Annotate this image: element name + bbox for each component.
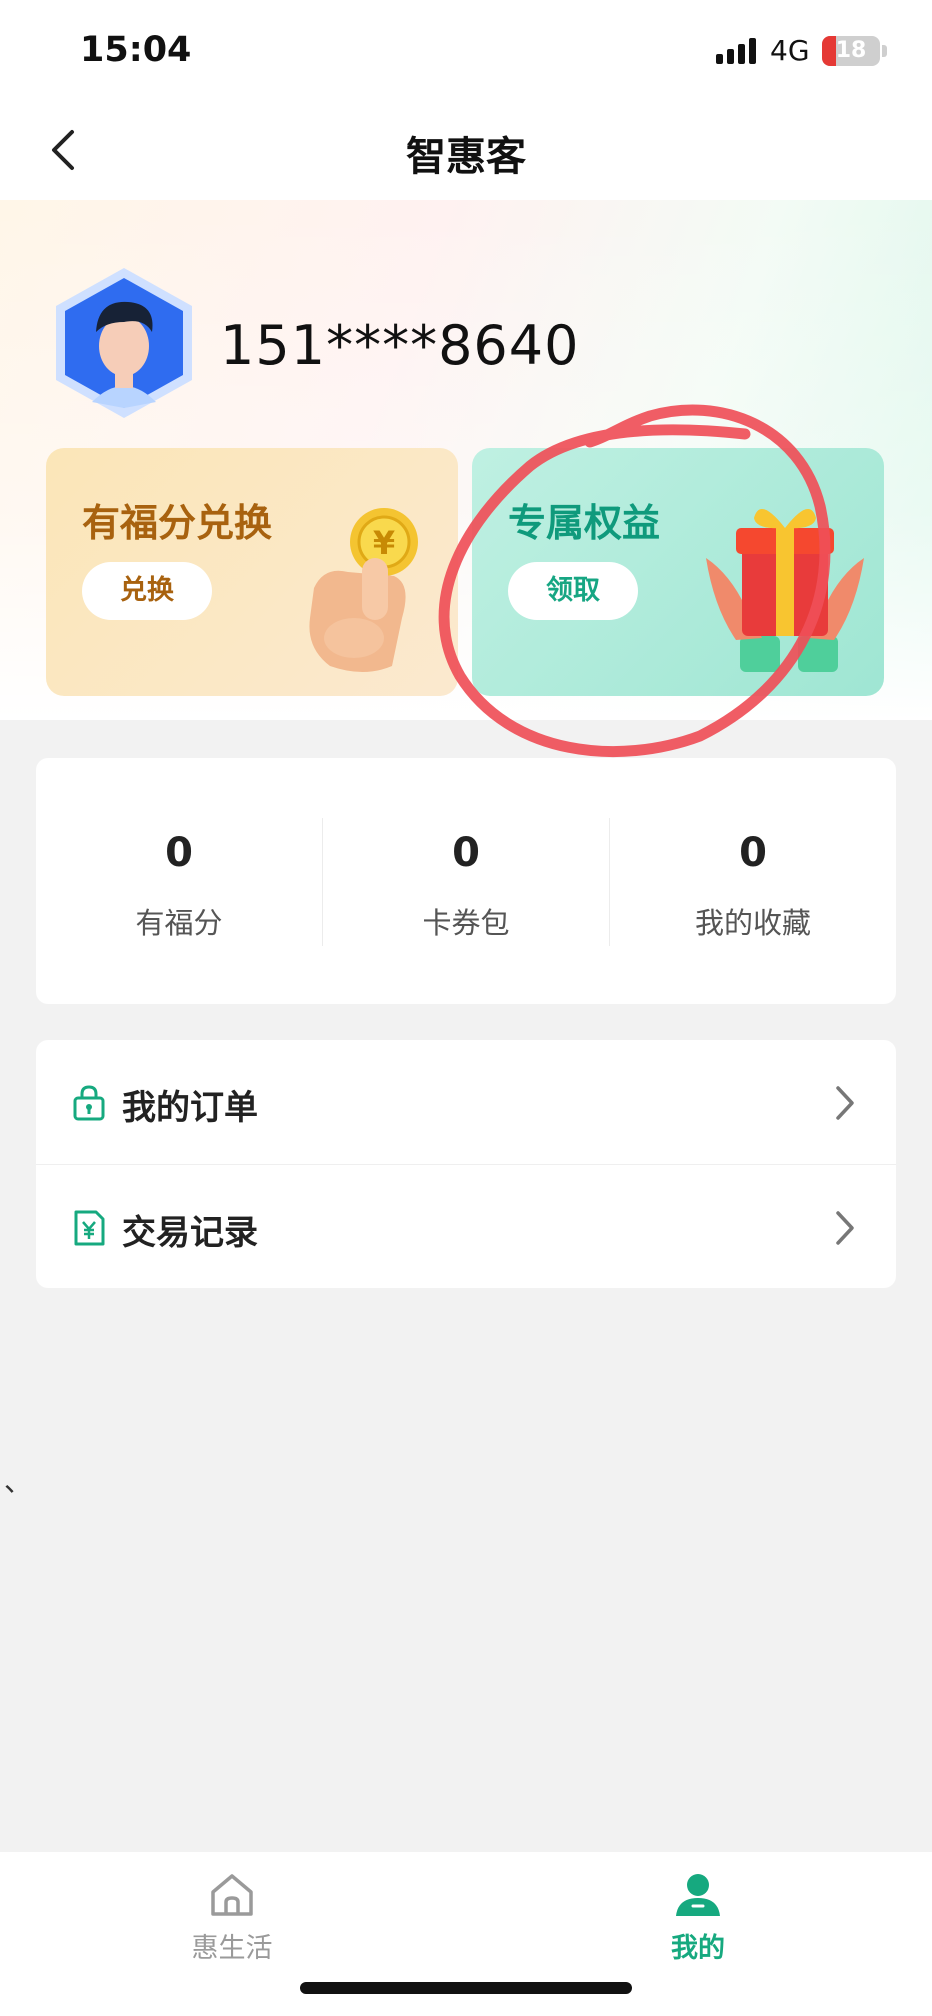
tab-mine-label: 我的	[671, 1933, 725, 1964]
person-icon	[676, 1874, 720, 1916]
stat-value: 0	[739, 830, 767, 876]
stat-label: 卡券包	[422, 906, 510, 940]
chevron-right-icon	[836, 1086, 854, 1120]
status-bar: 15:04 4G 18	[0, 0, 932, 100]
stat-value: 0	[165, 830, 193, 876]
network-type: 4G	[770, 34, 810, 67]
points-exchange-card[interactable]: 有福分兑换 兑换 ¥	[46, 448, 458, 696]
menu-item-transactions[interactable]: 交易记录	[36, 1164, 896, 1288]
tab-home[interactable]: 惠生活	[112, 1870, 352, 1980]
stat-value: 0	[452, 830, 480, 876]
stat-points[interactable]: 0 有福分	[36, 758, 322, 1004]
stat-label: 我的收藏	[694, 906, 811, 940]
tab-mine[interactable]: 我的	[578, 1870, 818, 1980]
exclusive-benefits-title: 专属权益	[508, 501, 661, 545]
tab-home-label: 惠生活	[191, 1933, 273, 1964]
exclusive-benefits-card[interactable]: 专属权益 领取	[472, 448, 884, 696]
signal-icon	[716, 38, 758, 64]
avatar[interactable]	[52, 266, 196, 420]
page-title: 智惠客	[406, 134, 526, 180]
menu-item-label: 交易记录	[122, 1213, 258, 1253]
stat-coupons[interactable]: 0 卡券包	[323, 758, 609, 1004]
chevron-right-icon	[836, 1211, 854, 1245]
battery-level: 18	[835, 38, 867, 63]
home-icon	[211, 1874, 253, 1916]
exchange-button[interactable]: 兑换	[82, 562, 212, 620]
stat-label: 有福分	[135, 906, 223, 940]
lock-bag-icon	[73, 1085, 105, 1121]
battery-tip	[882, 45, 887, 57]
user-phone: 151****8640	[220, 314, 580, 377]
menu-item-label: 我的订单	[122, 1088, 258, 1128]
nav-bar: 智惠客	[0, 100, 932, 200]
gift-hands-icon	[706, 509, 864, 672]
menu-item-orders[interactable]: 我的订单	[36, 1040, 896, 1164]
stat-favorites[interactable]: 0 我的收藏	[610, 758, 896, 1004]
stray-mark: 、	[4, 1465, 33, 1498]
battery-icon: 18	[822, 36, 880, 66]
yuan-document-icon	[74, 1210, 105, 1246]
hand-coin-icon: ¥	[309, 508, 418, 672]
svg-text:¥: ¥	[373, 524, 395, 562]
claim-button[interactable]: 领取	[508, 562, 638, 620]
home-indicator	[300, 1982, 632, 1994]
status-time: 15:04	[80, 30, 192, 70]
menu-list: 我的订单 交易记录	[36, 1040, 896, 1288]
points-exchange-title: 有福分兑换	[82, 501, 273, 545]
stats-panel: 0 有福分 0 卡券包 0 我的收藏	[36, 758, 896, 1004]
